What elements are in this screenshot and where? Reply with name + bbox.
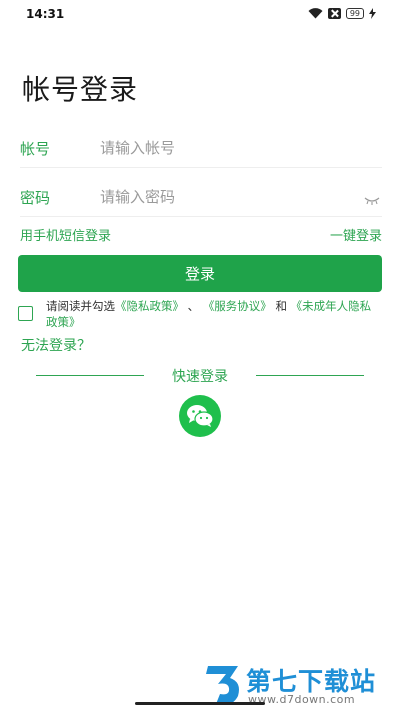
divider-line-right [256,375,364,376]
agreement-text: 请阅读并勾选《隐私政策》 、 《服务协议》 和 《未成年人隐私政策》 [46,298,376,330]
status-bar: 14:31 99 [0,0,400,28]
agreement-prefix: 请阅读并勾选 [46,299,115,313]
privacy-policy-link[interactable]: 《隐私政策》 [115,299,184,313]
login-options-row: 用手机短信登录 一键登录 [20,225,382,245]
status-icons: 99 [308,8,376,19]
login-button[interactable]: 登录 [18,255,382,292]
home-indicator[interactable] [135,702,265,705]
quick-login-divider: 快速登录 [36,366,364,386]
charging-icon [369,8,376,19]
agreement-row: 请阅读并勾选《隐私政策》 、 《服务协议》 和 《未成年人隐私政策》 [18,298,382,332]
wechat-icon [187,405,214,427]
agreement-and: 和 [275,299,287,313]
sms-login-link[interactable]: 用手机短信登录 [20,225,111,244]
agreement-separator: 、 [187,299,200,313]
account-input[interactable] [100,134,350,162]
sim-off-icon [327,8,341,19]
wechat-login-button[interactable] [179,395,221,437]
account-label: 帐号 [20,140,51,158]
wifi-icon [308,8,323,19]
one-click-login-link[interactable]: 一键登录 [330,225,382,244]
cant-login-link[interactable]: 无法登录？ [21,335,91,355]
password-field-row: 密码 [20,177,382,217]
page-title: 帐号登录 [22,73,139,106]
status-time: 14:31 [26,7,65,21]
service-agreement-link[interactable]: 《服务协议》 [203,299,272,313]
quick-login-title: 快速登录 [172,369,228,385]
eye-closed-icon[interactable] [364,191,380,210]
password-input[interactable] [100,183,350,211]
battery-icon: 99 [345,8,364,19]
account-field-row: 帐号 [20,128,382,168]
agreement-checkbox[interactable] [18,306,33,321]
password-label: 密码 [20,189,51,207]
